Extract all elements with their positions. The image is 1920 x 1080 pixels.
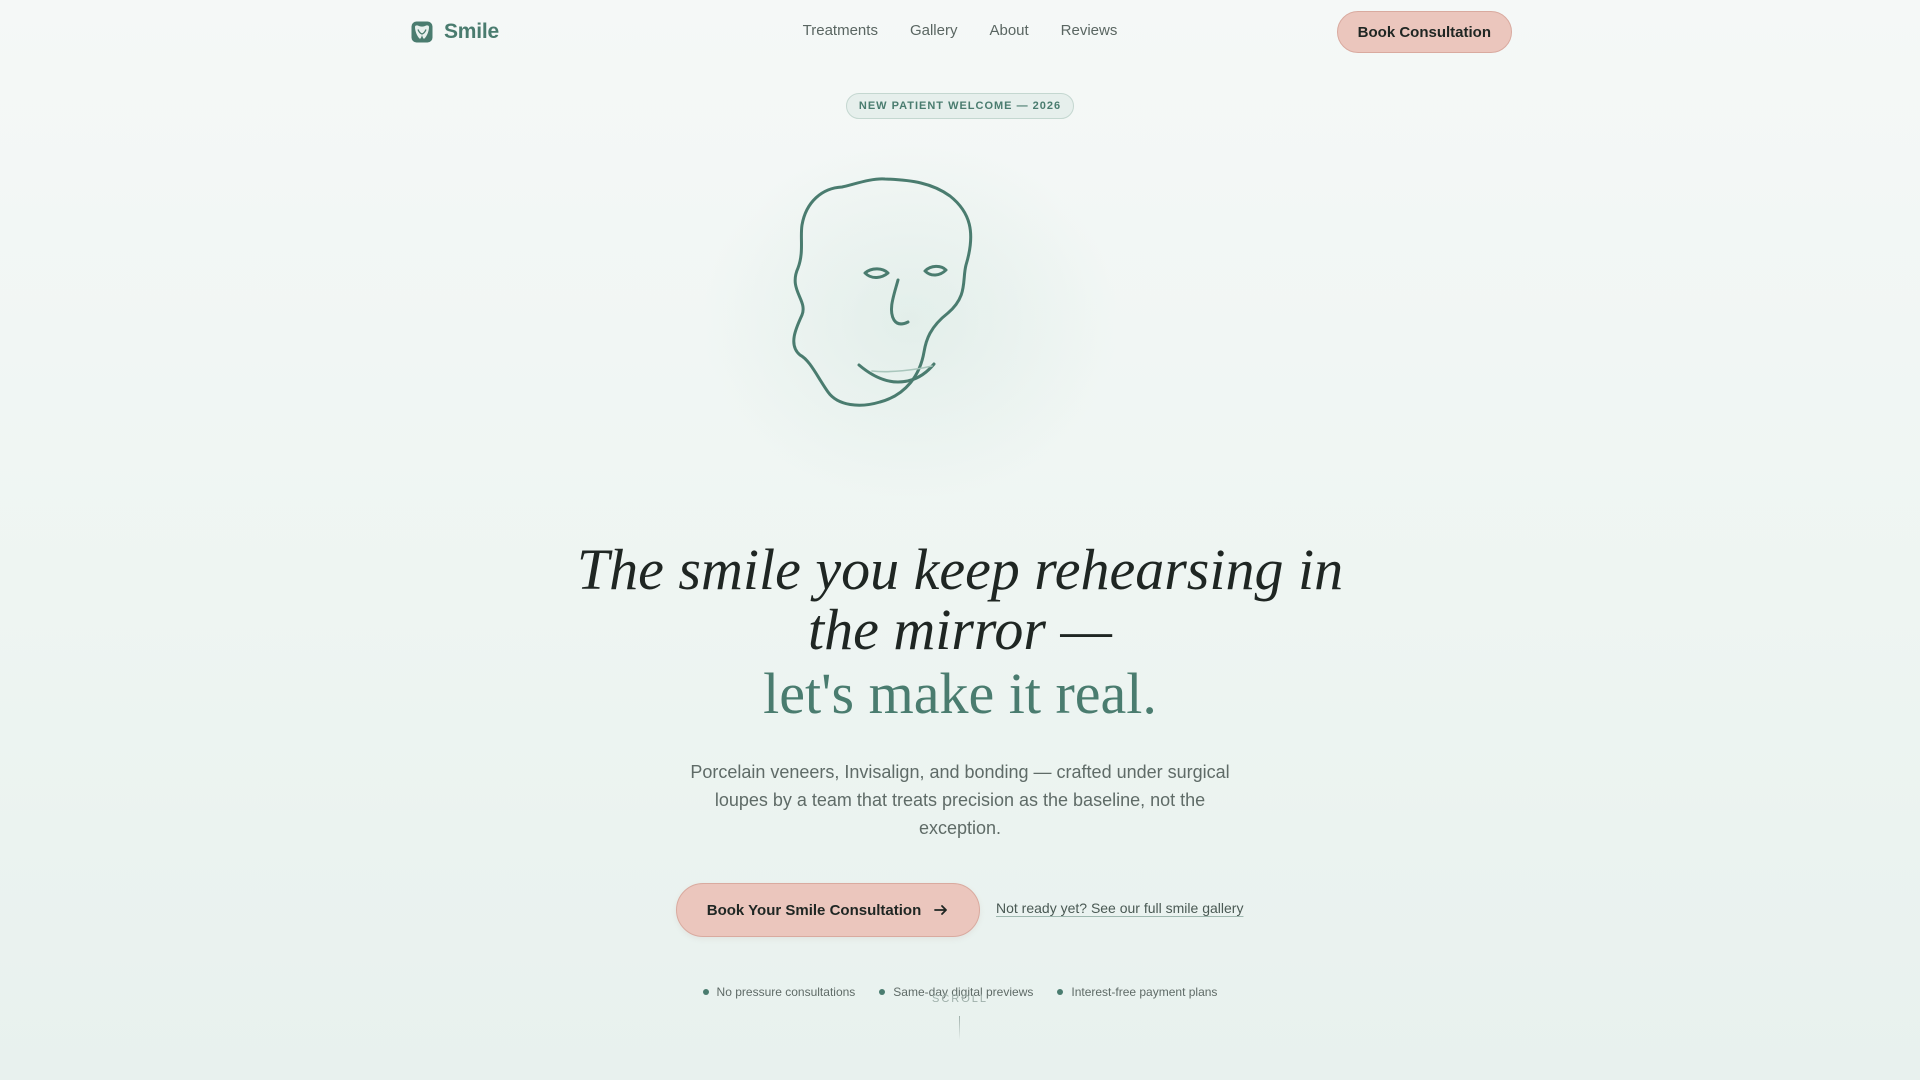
top-nav: Smile Treatments Gallery About Reviews B… [0,0,1920,64]
new-patient-badge: NEW PATIENT WELCOME — 2026 [846,93,1074,119]
nav-link-treatments[interactable]: Treatments [803,22,878,39]
nav-item-about: About [989,22,1028,40]
nav-item-reviews: Reviews [1061,22,1118,40]
face-line-drawing [792,177,973,407]
smile-gallery-link[interactable]: Not ready yet? See our full smile galler… [996,900,1243,916]
right-eye [923,264,948,277]
left-eye [863,267,890,279]
primary-cta-label: Book Your Smile Consultation [706,901,922,919]
headline-line-1: The smile you keep rehearsing in the mir… [576,537,1344,662]
nav-link-reviews[interactable]: Reviews [1061,22,1118,39]
headline-line-2: let's make it real. [763,661,1157,726]
nav-item-gallery: Gallery [910,22,958,40]
book-consultation-button[interactable]: Book Consultation [1336,11,1512,53]
hero-headline: The smile you keep rehearsing in the mir… [0,540,1920,728]
arrow-right-icon [934,905,948,915]
nav-links: Treatments Gallery About Reviews [0,22,1920,40]
smile-highlight [871,365,933,373]
scroll-indicator-line [959,1016,960,1040]
scroll-indicator-label: SCROLL [931,993,989,1005]
nose [890,278,910,326]
book-smile-consultation-button[interactable]: Book Your Smile Consultation [676,883,980,937]
nav-link-about[interactable]: About [989,22,1028,39]
nav-link-gallery[interactable]: Gallery [910,22,958,39]
nav-item-treatments: Treatments [803,22,878,40]
landing-page: Smile Treatments Gallery About Reviews B… [0,0,1920,1080]
hero-subcopy: Porcelain veneers, Invisalign, and bondi… [690,762,1230,838]
smile [857,362,936,384]
